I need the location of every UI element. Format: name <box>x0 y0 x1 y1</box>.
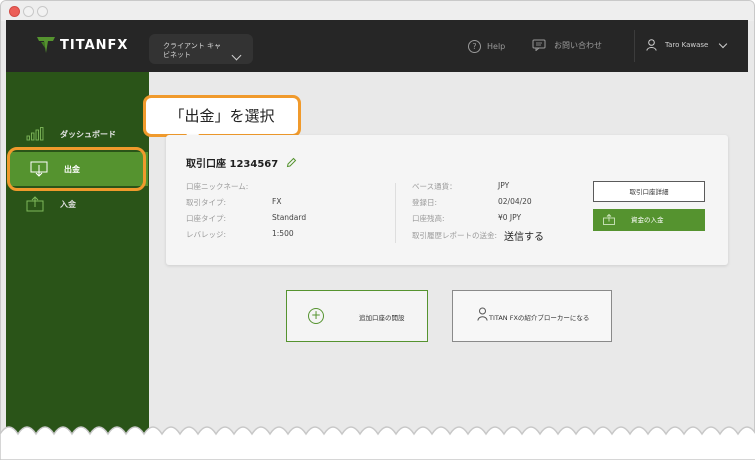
logo-text-fx: FX <box>107 37 129 53</box>
help-icon: ? <box>468 40 481 53</box>
sidebar-item-label: ダッシュボード <box>60 129 116 139</box>
balance-label: 口座残高: <box>412 214 445 223</box>
close-window-button[interactable] <box>9 6 20 17</box>
card-divider <box>395 183 396 243</box>
logo-text: TITANFX <box>60 38 128 53</box>
user-name: Taro Kawase <box>665 41 709 49</box>
registered-date-value: 02/04/20 <box>498 197 532 206</box>
chat-icon <box>532 39 546 51</box>
chevron-down-icon <box>719 39 728 48</box>
sidebar-item-dashboard[interactable]: ダッシュボード <box>6 118 149 150</box>
account-details-button[interactable]: 取引口座詳細 <box>593 181 705 202</box>
leverage-value: 1:500 <box>272 229 294 238</box>
contact-label: お問い合わせ <box>554 40 602 50</box>
plus-circle-icon: + <box>308 308 324 324</box>
logo-text-titan: TITAN <box>60 37 108 53</box>
sidebar: ダッシュボード 出金 入金 <box>6 72 149 460</box>
help-label: Help <box>487 42 506 51</box>
callout-text: 「出金」を選択 <box>169 107 275 125</box>
send-report-link[interactable]: 送信する <box>504 228 544 243</box>
add-account-button[interactable]: + 追加口座の開設 <box>286 290 428 342</box>
client-cabinet-dropdown[interactable]: クライアント キャビネット <box>149 34 253 64</box>
leverage-label: レバレッジ: <box>186 230 227 239</box>
nickname-label: 口座ニックネーム: <box>186 182 249 191</box>
base-currency-value: JPY <box>498 181 510 190</box>
report-label: 取引履歴レポートの送金: <box>412 231 498 240</box>
instruction-callout: 「出金」を選択 <box>143 95 301 137</box>
base-currency-label: ベース通貨： <box>412 182 457 191</box>
sidebar-item-label: 入金 <box>60 199 76 209</box>
window-titlebar <box>1 1 754 21</box>
account-title: 取引口座 1234567 <box>186 155 297 170</box>
titanfx-logo[interactable]: TITANFX <box>36 36 128 54</box>
balance-value: ¥0 JPY <box>498 213 522 222</box>
registered-date-label: 登録日: <box>412 198 438 207</box>
torn-edge-wave <box>0 426 755 460</box>
withdraw-highlight-frame <box>7 147 146 191</box>
become-ib-button[interactable]: TITAN FXの紹介ブローカーになる <box>452 290 612 342</box>
edit-pencil-icon[interactable] <box>286 157 297 168</box>
account-type-label: 口座タイプ: <box>186 214 227 223</box>
add-account-label: 追加口座の開設 <box>359 314 405 322</box>
deposit-icon <box>603 214 615 225</box>
become-ib-label: TITAN FXの紹介ブローカーになる <box>489 314 590 322</box>
header-divider <box>634 30 635 62</box>
account-title-text: 取引口座 1234567 <box>186 159 279 170</box>
minimize-window-button[interactable] <box>23 6 34 17</box>
titan-logo-icon <box>37 37 55 53</box>
contact-link[interactable]: お問い合わせ <box>532 39 602 51</box>
user-icon <box>646 39 657 51</box>
deposit-icon <box>24 195 46 213</box>
chevron-down-icon <box>231 50 242 61</box>
client-cabinet-label: クライアント キャビネット <box>163 42 221 59</box>
bar-chart-icon <box>24 125 46 143</box>
trade-type-label: 取引タイプ: <box>186 198 227 207</box>
fund-button-label: 資金の入金 <box>631 216 664 224</box>
user-icon <box>477 307 488 321</box>
trade-type-value: FX <box>272 197 282 206</box>
account-type-value: Standard <box>272 213 307 222</box>
fund-deposit-button[interactable]: 資金の入金 <box>593 209 705 231</box>
account-card: 取引口座 1234567 口座ニックネーム: 取引タイプ: FX 口座タイプ: … <box>166 135 728 265</box>
maximize-window-button[interactable] <box>37 6 48 17</box>
sidebar-item-deposit[interactable]: 入金 <box>6 188 149 220</box>
user-menu[interactable]: Taro Kawase <box>646 39 728 51</box>
help-link[interactable]: ? Help <box>468 40 505 53</box>
top-header: TITANFX クライアント キャビネット ? Help お問い合わせ Taro… <box>6 20 748 72</box>
